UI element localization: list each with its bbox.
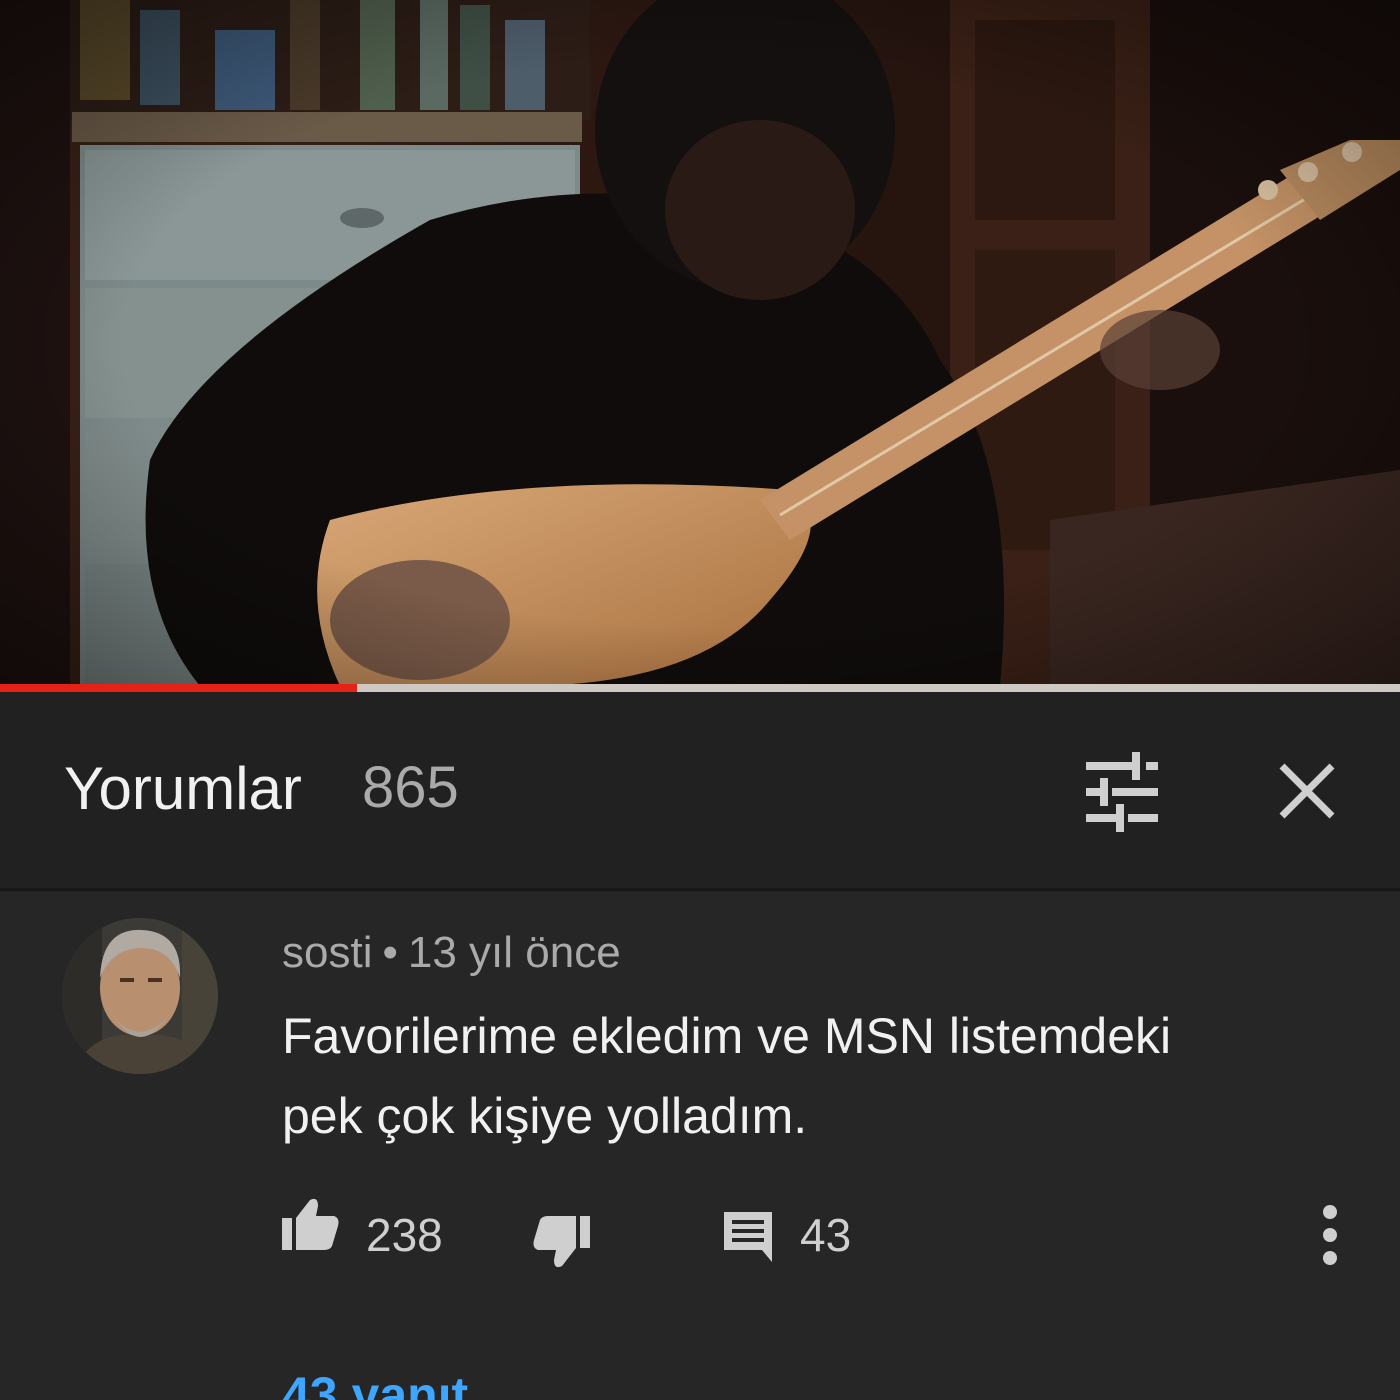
comment-text-line: pek çok kişiye yolladım.: [282, 1088, 808, 1144]
like-button[interactable]: [280, 1196, 342, 1254]
comment-item: sosti • 13 yıl önce Favorilerime ekledim v…: [0, 892, 1400, 1400]
comment-text: Favorilerime ekledim ve MSN listemdeki p…: [282, 996, 1342, 1156]
user-avatar-image: [62, 918, 218, 1074]
sort-filter-icon: [1086, 752, 1158, 832]
comment-author[interactable]: sosti: [282, 928, 372, 977]
comments-count: 865: [362, 755, 459, 820]
comments-header: Yorumlar 865: [0, 692, 1400, 891]
view-replies-link[interactable]: 43 yanıt: [282, 1366, 468, 1400]
video-progress-played: [0, 684, 357, 692]
sort-comments-button[interactable]: [1080, 750, 1164, 834]
like-count: 238: [366, 1209, 443, 1261]
dislike-button[interactable]: [530, 1214, 592, 1272]
more-actions-button[interactable]: [1316, 1202, 1344, 1268]
comments-panel: Yorumlar 865 sosti • 13 yıl önce Favoril…: [0, 692, 1400, 1400]
reply-button[interactable]: [720, 1208, 776, 1262]
close-comments-button[interactable]: [1270, 754, 1344, 828]
reply-comment-icon: [724, 1212, 772, 1262]
reply-count: 43: [800, 1209, 852, 1261]
avatar[interactable]: [62, 918, 218, 1074]
thumbs-down-icon: [533, 1216, 590, 1268]
comment-text-line: Favorilerime ekledim ve MSN listemdeki: [282, 1008, 1172, 1064]
comment-actions: 238 43: [0, 1192, 1400, 1282]
thumbs-up-icon: [282, 1198, 339, 1250]
meta-separator: •: [382, 928, 398, 977]
video-player[interactable]: [0, 0, 1400, 686]
more-vertical-icon: [1323, 1205, 1337, 1265]
comment-time: 13 yıl önce: [407, 928, 621, 977]
app-root: Yorumlar 865 sosti • 13 yıl önce Favoril…: [0, 0, 1400, 1400]
comment-meta: sosti • 13 yıl önce: [282, 928, 621, 978]
video-progress-bar[interactable]: [0, 684, 1400, 692]
close-icon: [1279, 763, 1335, 819]
video-frame: [0, 0, 1400, 686]
comments-title: Yorumlar: [64, 755, 302, 822]
